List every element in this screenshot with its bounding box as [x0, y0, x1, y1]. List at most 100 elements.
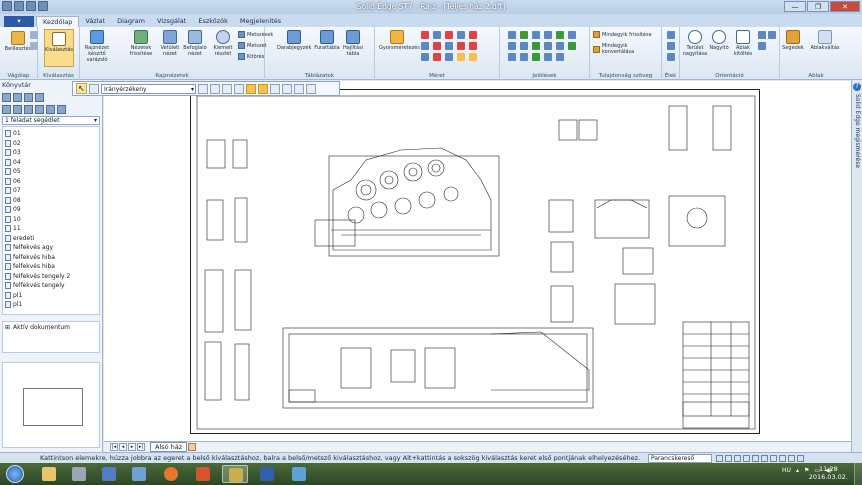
library-tool-10-icon[interactable] — [57, 104, 66, 114]
application-button[interactable]: ▾ — [4, 16, 34, 27]
status-tool-6-icon[interactable] — [761, 455, 768, 462]
taskbar-app-2[interactable] — [66, 465, 92, 483]
dim-tool-4-icon[interactable] — [457, 31, 465, 39]
annot-11-icon[interactable] — [556, 42, 564, 50]
first-sheet-button[interactable]: |◂ — [110, 443, 118, 451]
status-tool-3-icon[interactable] — [734, 455, 741, 462]
last-sheet-button[interactable]: ▸| — [137, 443, 145, 451]
select-option-5-icon[interactable] — [246, 83, 256, 94]
library-file-item[interactable]: 03 — [3, 148, 99, 158]
annot-7-icon[interactable] — [508, 42, 516, 50]
taskbar-solid-edge[interactable] — [222, 465, 248, 483]
taskbar-word[interactable] — [254, 465, 280, 483]
annot-16-icon[interactable] — [544, 53, 552, 61]
library-file-item[interactable]: pl1 — [3, 291, 99, 301]
library-file-item[interactable]: 01 — [3, 129, 99, 139]
update-views-button[interactable]: Nézetek frissítése — [128, 30, 154, 57]
drawing-sheet[interactable] — [190, 89, 760, 434]
dim-tool-12-icon[interactable] — [433, 53, 441, 61]
cancel-icon[interactable] — [306, 83, 316, 94]
back-arrow-icon[interactable] — [270, 83, 280, 94]
tab-eszkozok[interactable]: Eszközök — [192, 16, 234, 27]
taskbar-powerpoint[interactable] — [190, 465, 216, 483]
library-tool-5-icon[interactable] — [2, 104, 11, 114]
edge-1-icon[interactable] — [667, 31, 675, 39]
library-tool-4-icon[interactable] — [35, 92, 44, 102]
annot-8-icon[interactable] — [520, 42, 528, 50]
select-button[interactable]: Kiválasztás — [44, 29, 74, 67]
zoom-in-icon[interactable] — [768, 31, 776, 39]
status-tool-4-icon[interactable] — [743, 455, 750, 462]
start-button[interactable] — [6, 465, 24, 483]
library-file-item[interactable]: felfekvés hiba — [3, 262, 99, 272]
annot-6-icon[interactable] — [568, 31, 576, 39]
library-file-item[interactable]: 08 — [3, 196, 99, 206]
taskbar-app-9[interactable] — [286, 465, 312, 483]
principal-view-button[interactable]: Vetületi nézet — [158, 30, 182, 57]
update-all-button[interactable]: Mindegyik frissítése — [593, 31, 652, 38]
drawing-view-wizard-button[interactable]: Rajznézet készítő varázsló — [82, 30, 112, 63]
dim-tool-6-icon[interactable] — [421, 42, 429, 50]
language-indicator[interactable]: HU — [782, 467, 791, 474]
dim-tool-3-icon[interactable] — [445, 31, 453, 39]
maximize-button[interactable]: ❐ — [807, 1, 829, 12]
previous-sheet-button[interactable]: ◂ — [119, 443, 127, 451]
taskbar-app-4[interactable] — [126, 465, 152, 483]
taskbar-firefox[interactable] — [158, 465, 184, 483]
annot-5-icon[interactable] — [556, 31, 564, 39]
copy-icon[interactable] — [30, 42, 38, 50]
next-sheet-button[interactable]: ▸ — [128, 443, 136, 451]
switch-window-button[interactable]: Ablakváltás — [808, 30, 842, 51]
accept-icon[interactable] — [294, 83, 304, 94]
select-option-3-icon[interactable] — [222, 83, 232, 94]
annot-3-icon[interactable] — [532, 31, 540, 39]
library-tool-1-icon[interactable] — [2, 92, 11, 102]
annot-9-icon[interactable] — [532, 42, 540, 50]
taskbar-explorer[interactable] — [36, 465, 62, 483]
annot-15-icon[interactable] — [532, 53, 540, 61]
select-option-2-icon[interactable] — [210, 83, 220, 94]
library-tool-7-icon[interactable] — [24, 104, 33, 114]
taskbar-app-3[interactable] — [96, 465, 122, 483]
dim-tool-5-icon[interactable] — [469, 31, 477, 39]
status-tool-1-icon[interactable] — [716, 455, 723, 462]
status-tool-5-icon[interactable] — [752, 455, 759, 462]
tab-diagram[interactable]: Diagram — [111, 16, 151, 27]
select-option-4-icon[interactable] — [234, 83, 244, 94]
tab-kezdolap[interactable]: Kezdőlap — [36, 16, 80, 27]
help-sidebar-label[interactable]: Solid Edge megismerése — [854, 94, 861, 168]
dim-tool-1-icon[interactable] — [421, 31, 429, 39]
broken-out-button[interactable]: Kitörés — [238, 53, 264, 60]
pan-icon[interactable] — [758, 31, 766, 39]
parts-list-button[interactable]: Darabjegyzék — [277, 30, 311, 51]
library-file-item[interactable]: felfekvés agy — [3, 243, 99, 253]
section-button[interactable]: Metszet — [238, 42, 267, 49]
smart-dimension-button[interactable]: Gyorsméretezés — [379, 30, 420, 51]
hole-table-button[interactable]: Furattábla — [313, 30, 341, 51]
paste-button[interactable]: Beillesztés — [4, 31, 32, 52]
status-tool-7-icon[interactable] — [770, 455, 777, 462]
library-file-item[interactable]: 10 — [3, 215, 99, 225]
tab-megjelenites[interactable]: Megjelenítés — [234, 16, 287, 27]
library-tool-8-icon[interactable] — [35, 104, 44, 114]
active-document-label[interactable]: Aktív dokumentum — [13, 324, 70, 331]
zoom-button[interactable]: Nagyító — [708, 30, 730, 51]
library-tool-9-icon[interactable] — [46, 104, 55, 114]
library-file-item[interactable]: felfekvés tengely — [3, 281, 99, 291]
zoom-area-button[interactable]: Terület nagyítása — [682, 30, 708, 57]
show-desktop-button[interactable] — [854, 463, 862, 485]
convert-all-button[interactable]: Mindegyik konvertálása — [593, 43, 661, 55]
minimize-button[interactable]: — — [784, 1, 806, 12]
library-file-item[interactable]: 07 — [3, 186, 99, 196]
status-tool-10-icon[interactable] — [797, 455, 804, 462]
edge-2-icon[interactable] — [667, 42, 675, 50]
dim-tool-11-icon[interactable] — [421, 53, 429, 61]
cut-icon[interactable] — [30, 31, 38, 39]
library-file-item[interactable]: 02 — [3, 139, 99, 149]
detail-view-button[interactable]: Kiemelt részlet — [210, 30, 236, 57]
library-file-item[interactable]: 05 — [3, 167, 99, 177]
helpers-button[interactable]: Segédek — [782, 30, 804, 51]
forward-arrow-icon[interactable] — [282, 83, 292, 94]
library-file-item[interactable]: eredeti — [3, 234, 99, 244]
dim-tool-9-icon[interactable] — [457, 42, 465, 50]
